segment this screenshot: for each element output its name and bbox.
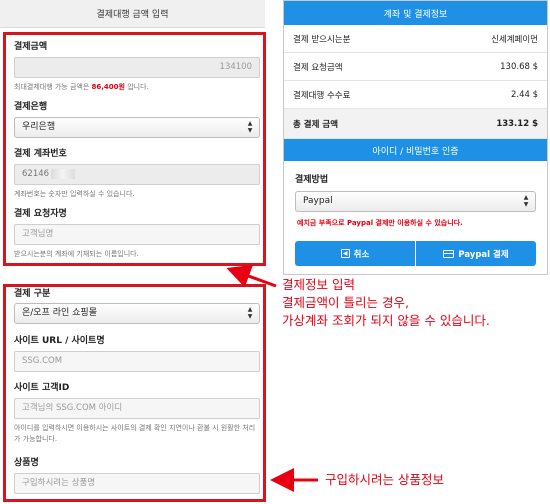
annotation-line3: 가상계좌 조회가 되지 않을 수 있습니다.: [282, 313, 490, 328]
arrow-to-payment-info: [226, 264, 277, 288]
annotation-product-note: 구입하시려는 상품정보: [325, 472, 444, 487]
annotation-payment-note: 결제정보 입력 결제금액이 틀리는 경우, 가상계좌 조회가 되지 않을 수 있…: [282, 276, 490, 330]
annotation-arrows: [226, 264, 318, 492]
annotation-line2: 결제금액이 틀리는 경우,: [282, 295, 409, 310]
annotation-line1: 결제정보 입력: [282, 277, 355, 292]
